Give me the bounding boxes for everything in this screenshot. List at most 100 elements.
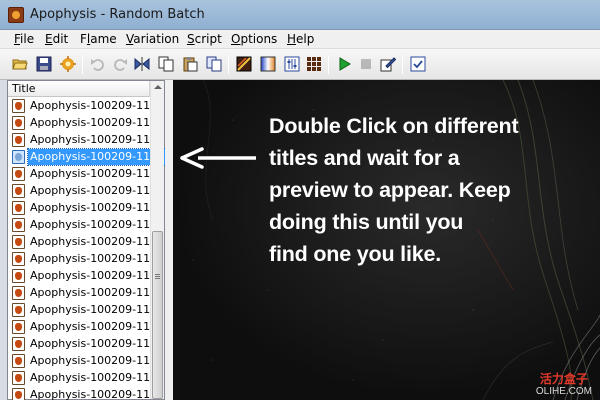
grid-icon[interactable] — [306, 56, 322, 72]
arrow-left-icon — [180, 147, 256, 169]
panel-splitter[interactable] — [165, 80, 173, 400]
list-item[interactable]: Apophysis-100209-1123 — [11, 353, 164, 370]
menu-variation[interactable]: Variation — [126, 32, 179, 46]
flame-thumbnail-icon — [12, 116, 25, 130]
flip-icon[interactable] — [134, 56, 150, 72]
list-item-label: Apophysis-100209-1120 — [30, 303, 165, 316]
render-icon[interactable] — [60, 56, 76, 72]
list-item[interactable]: Apophysis-100209-1111 — [11, 148, 168, 166]
flame-thumbnail-icon — [12, 133, 25, 147]
instruction-text: Double Click on different titles and wai… — [269, 110, 599, 270]
flame-thumbnail-icon — [12, 286, 25, 300]
instruction-line: Double Click on different — [269, 114, 519, 138]
list-item[interactable]: Apophysis-100209-1119 — [11, 285, 164, 302]
scroll-thumb[interactable] — [152, 231, 163, 399]
list-item[interactable]: Apophysis-100209-1121 — [11, 319, 164, 336]
flame-thumbnail-icon — [12, 201, 25, 215]
flame-list: Apophysis-100209-1108 Apophysis-100209-11… — [11, 98, 168, 400]
paste-special-icon[interactable] — [206, 56, 222, 72]
list-item-label: Apophysis-100209-1124 — [30, 371, 165, 384]
list-item[interactable]: Apophysis-100209-1125 — [11, 387, 164, 400]
options-icon[interactable] — [410, 56, 426, 72]
copy-icon[interactable] — [158, 56, 174, 72]
play-icon[interactable] — [336, 56, 352, 72]
list-item-label: Apophysis-100209-1119 — [30, 286, 165, 299]
window-title: Apophysis - Random Batch — [30, 7, 205, 22]
list-item-label: Apophysis-100209-1111 — [26, 148, 168, 166]
apophysis-app-icon[interactable] — [8, 7, 24, 23]
instruction-line: find one you like. — [269, 242, 442, 266]
menu-edit[interactable]: Edit — [45, 32, 68, 46]
flame-thumbnail-icon — [12, 184, 25, 198]
list-item-label: Apophysis-100209-1115 — [30, 218, 165, 231]
flame-thumbnail-icon — [12, 99, 25, 113]
menu-options[interactable]: Options — [231, 32, 277, 46]
paste-icon[interactable] — [182, 56, 198, 72]
list-item-label: Apophysis-100209-1114 — [30, 201, 165, 214]
list-item[interactable]: Apophysis-100209-1116 — [11, 234, 164, 251]
edit-script-icon[interactable] — [380, 56, 396, 72]
flame-thumbnail-icon — [12, 337, 25, 351]
save-icon[interactable] — [36, 56, 52, 72]
flame-thumbnail-icon — [12, 235, 25, 249]
instruction-line: preview to appear. Keep — [269, 178, 511, 202]
watermark-en: OLIHE.COM — [535, 386, 592, 397]
scroll-up-arrow-icon[interactable] — [154, 85, 162, 89]
list-item[interactable]: Apophysis-100209-1109 — [11, 115, 164, 132]
list-item-label: Apophysis-100209-1116 — [30, 235, 165, 248]
menu-help[interactable]: Help — [287, 32, 314, 46]
list-item[interactable]: Apophysis-100209-1122 — [11, 336, 164, 353]
flame-thumbnail-icon — [12, 218, 25, 232]
list-item[interactable]: Apophysis-100209-1115 — [11, 217, 164, 234]
list-item[interactable]: Apophysis-100209-1120 — [11, 302, 164, 319]
list-item-label: Apophysis-100209-1109 — [30, 116, 165, 129]
mutate-icon[interactable] — [260, 56, 276, 72]
list-item-label: Apophysis-100209-1118 — [30, 269, 165, 282]
flame-thumbnail-icon — [12, 354, 25, 368]
list-item-label: Apophysis-100209-1121 — [30, 320, 165, 333]
list-item-label: Apophysis-100209-1122 — [30, 337, 165, 350]
flame-thumbnail-icon — [12, 320, 25, 334]
list-item[interactable]: Apophysis-100209-1118 — [11, 268, 164, 285]
list-item[interactable]: Apophysis-100209-1114 — [11, 200, 164, 217]
redo-icon[interactable] — [112, 56, 128, 72]
list-scrollbar[interactable] — [150, 81, 164, 399]
list-item-label: Apophysis-100209-1123 — [30, 354, 165, 367]
list-item[interactable]: Apophysis-100209-1112 — [11, 166, 164, 183]
watermark: 活力盒子 OLIHE.COM — [535, 372, 592, 398]
instruction-line: doing this until you — [269, 210, 464, 234]
column-header-title[interactable]: Title — [8, 81, 150, 97]
flame-thumbnail-icon — [12, 388, 25, 400]
flame-thumbnail-icon — [12, 167, 25, 181]
window-titlebar: Apophysis - Random Batch — [0, 0, 600, 30]
flame-thumbnail-icon — [12, 252, 25, 266]
open-icon[interactable] — [12, 56, 28, 72]
adjust-icon[interactable] — [284, 56, 300, 72]
list-item-label: Apophysis-100209-1113 — [30, 184, 165, 197]
list-item[interactable]: Apophysis-100209-1110 — [11, 132, 164, 149]
list-item[interactable]: Apophysis-100209-1108 — [11, 98, 164, 115]
menu-file[interactable]: File — [14, 32, 34, 46]
list-item[interactable]: Apophysis-100209-1117 — [11, 251, 164, 268]
list-item[interactable]: Apophysis-100209-1113 — [11, 183, 164, 200]
flame-thumbnail-icon — [12, 303, 25, 317]
menu-bar: File Edit Flame Variation Script Options… — [0, 30, 600, 49]
instruction-line: titles and wait for a — [269, 146, 460, 170]
menu-flame[interactable]: Flame — [80, 32, 117, 46]
flame-list-panel: Title Apophysis-100209-1108 Apophysis-100… — [7, 80, 168, 400]
flame-thumbnail-icon — [12, 371, 25, 385]
watermark-cn: 活力盒子 — [539, 372, 588, 386]
list-item-label: Apophysis-100209-1110 — [30, 133, 165, 146]
list-item-label: Apophysis-100209-1117 — [30, 252, 165, 265]
list-item-label: Apophysis-100209-1125 — [30, 388, 165, 400]
menu-script[interactable]: Script — [187, 32, 222, 46]
list-item-label: Apophysis-100209-1108 — [30, 99, 165, 112]
gradient-editor-icon[interactable] — [236, 56, 252, 72]
toolbar — [0, 49, 600, 80]
flame-thumbnail-icon — [12, 269, 25, 283]
list-item-label: Apophysis-100209-1112 — [30, 167, 165, 180]
flame-thumbnail-icon — [12, 150, 25, 164]
list-item[interactable]: Apophysis-100209-1124 — [11, 370, 164, 387]
undo-icon[interactable] — [90, 56, 106, 72]
stop-icon[interactable] — [358, 56, 374, 72]
